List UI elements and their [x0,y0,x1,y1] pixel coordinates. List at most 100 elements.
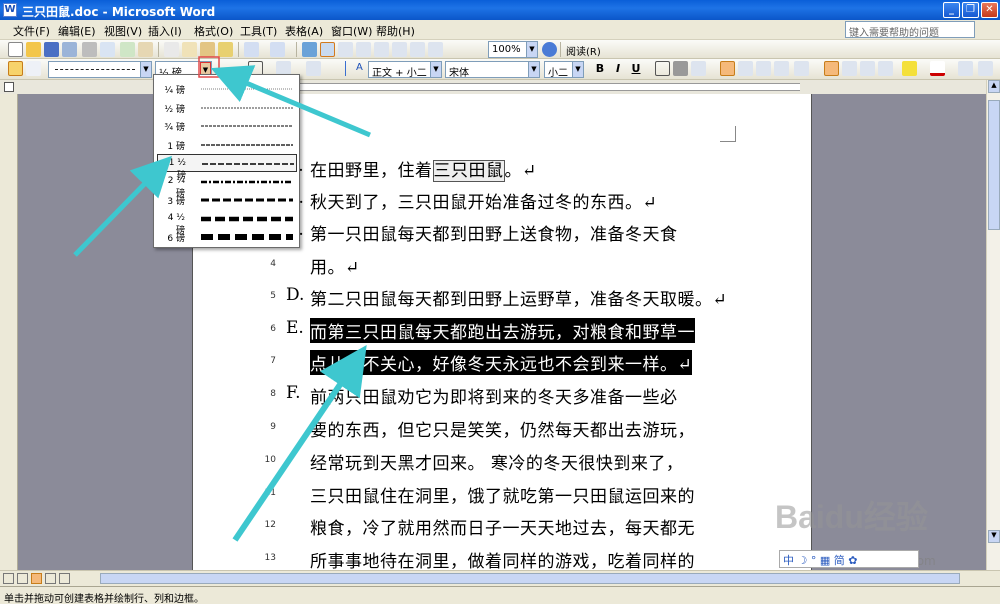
decrease-indent-icon[interactable] [860,61,875,76]
phonetic-guide-icon[interactable] [958,61,973,76]
chevron-down-icon[interactable]: ▼ [430,62,441,77]
style-select[interactable]: 正文 + 小二 ▼ [368,61,442,78]
underline-button[interactable]: U [628,61,644,77]
line-text[interactable]: 第一只田鼠每天都到田野上送食物，准备冬天食 [310,220,678,245]
document-line[interactable]: C.第一只田鼠每天都到田野上送食物，准备冬天食 [262,216,802,248]
line-weight-option[interactable]: 1 磅 [157,136,297,154]
menu-tools[interactable]: 工具(T) [240,23,277,39]
scroll-thumb[interactable] [988,100,1000,230]
document-line[interactable]: 8 F. 前两只田鼠劝它为即将到来的冬天多准备一些必 [262,379,802,411]
web-view-icon[interactable] [17,573,28,584]
vertical-ruler[interactable] [0,94,18,570]
outline-view-icon[interactable] [45,573,56,584]
line-weight-option[interactable]: 3 磅 [157,191,297,209]
numbering-icon[interactable] [824,61,839,76]
line-text[interactable]: 粮食，冷了就用然而日子一天天地过去，每天都无 [310,514,695,539]
menu-view[interactable]: 视图(V) [104,23,142,39]
scroll-up-icon[interactable]: ▲ [988,80,1000,93]
menu-format[interactable]: 格式(O) [194,23,233,39]
menu-edit[interactable]: 编辑(E) [58,23,96,39]
line-text[interactable]: 前两只田鼠劝它为即将到来的冬天多准备一些必 [310,383,678,408]
chevron-down-icon[interactable]: ▼ [528,62,539,77]
selected-text[interactable]: 而第三只田鼠每天都跑出去游玩，对粮食和野草一 [310,318,695,343]
zoom-select[interactable]: 100% ▼ [488,41,538,58]
show-hide-icon[interactable] [428,42,443,57]
copy-icon[interactable] [182,42,197,57]
menu-insert[interactable]: 插入(I) [148,23,182,39]
eraser-icon[interactable] [26,61,41,76]
document-line[interactable]: 6 E. 而第三只田鼠每天都跑出去游玩，对粮食和野草一 [262,314,802,346]
vertical-scrollbar[interactable]: ▲ ▼ [986,80,1000,570]
font-size-select[interactable]: 小二 ▼ [544,61,584,78]
permission-icon[interactable] [62,42,77,57]
highlight-icon[interactable] [902,61,917,76]
merge-cells-icon[interactable] [306,61,321,76]
line-text[interactable]: 三只田鼠住在洞里，饿了就吃第一只田鼠运回来的 [310,482,695,507]
line-weight-option[interactable]: 1 ½ 磅 [157,154,297,181]
minimize-button[interactable]: _ [943,2,960,18]
undo-icon[interactable] [244,42,259,57]
line-weight-option[interactable]: 4 ½ 磅 [157,210,297,236]
scroll-thumb-horizontal[interactable] [100,573,960,584]
reading-view-icon[interactable] [59,573,70,584]
chevron-down-icon[interactable]: ▼ [526,42,537,57]
menu-file[interactable]: 文件(F) [13,23,50,39]
insert-table-icon[interactable] [338,42,353,57]
draw-table-icon[interactable] [8,61,23,76]
line-weight-option[interactable]: ½ 磅 [157,99,297,117]
document-line[interactable]: 11 三只田鼠住在洞里，饿了就吃第一只田鼠运回来的 [262,478,802,510]
bullets-icon[interactable] [842,61,857,76]
print-icon[interactable] [82,42,97,57]
document-line[interactable]: 5 D. 第二只田鼠每天都到田野上运野草，准备冬天取暖。↵ [262,281,802,313]
document-line[interactable]: 4 用。↵ [262,249,802,281]
align-right-icon[interactable] [756,61,771,76]
line-style-select[interactable]: ▼ [48,61,152,78]
document-line[interactable]: A.在田野里，住着三只田鼠。↵ [262,152,802,184]
document-line[interactable]: B.秋天到了，三只田鼠开始准备过冬的东西。↵ [262,184,802,216]
line-text[interactable]: 要的东西，但它只是笑笑，仍然每天都出去游玩， [310,416,695,441]
save-icon[interactable] [44,42,59,57]
italic-button[interactable]: I [610,61,626,77]
help-icon[interactable] [542,42,557,57]
line-text[interactable]: 秋天到了，三只田鼠开始准备过冬的东西。↵ [310,188,657,213]
highlighted-word[interactable]: 三只田鼠 [432,160,505,182]
document-line[interactable]: 10 经常玩到天黑才回来。 寒冷的冬天很快到来了， [262,445,802,477]
open-folder-icon[interactable] [26,42,41,57]
document-map-icon[interactable] [410,42,425,57]
format-painter-icon[interactable] [218,42,233,57]
scroll-down-icon[interactable]: ▼ [988,530,1000,543]
line-weight-option[interactable]: ¾ 磅 [157,117,297,135]
help-search-input[interactable]: 键入需要帮助的问题 [845,21,975,39]
bold-button[interactable]: B [592,61,608,77]
normal-view-icon[interactable] [3,573,14,584]
line-text[interactable]: 用。↵ [310,253,360,278]
char-border-icon[interactable] [655,61,670,76]
close-button[interactable]: ✕ [981,2,998,18]
tables-borders-icon[interactable] [320,42,335,57]
print-preview-icon[interactable] [100,42,115,57]
font-select[interactable]: 宋体 ▼ [445,61,540,78]
increase-indent-icon[interactable] [878,61,893,76]
paste-icon[interactable] [200,42,215,57]
word-app-icon[interactable]: W [3,3,17,17]
align-center-icon[interactable] [738,61,753,76]
ime-status-bar[interactable]: 中 ☽ ° ▦ 简 ✿ [779,550,919,568]
line-text[interactable]: 经常玩到天黑才回来。 寒冷的冬天很快到来了， [310,449,683,474]
char-scale-icon[interactable] [691,61,706,76]
columns-icon[interactable] [374,42,389,57]
new-document-icon[interactable] [8,42,23,57]
line-spacing-icon[interactable] [794,61,809,76]
line-text[interactable]: 第二只田鼠每天都到田野上运野草，准备冬天取暖。↵ [310,285,727,310]
line-weight-option[interactable]: 2 ¼ 磅 [157,173,297,199]
line-text[interactable]: 所事事地待在洞里，做着同样的游戏，吃着同样的 [310,547,695,572]
horizontal-scrollbar[interactable] [0,570,1000,586]
menu-window[interactable]: 窗口(W) [331,23,372,39]
hyperlink-icon[interactable] [302,42,317,57]
insert-excel-icon[interactable] [356,42,371,57]
enclose-chars-icon[interactable] [978,61,993,76]
styles-icon[interactable]: A [356,62,363,73]
justify-icon[interactable] [774,61,789,76]
horizontal-ruler[interactable] [0,80,1000,94]
research-icon[interactable] [138,42,153,57]
document-line[interactable]: 7 点儿也不关心，好像冬天永远也不会到来一样。↵ [262,346,802,378]
